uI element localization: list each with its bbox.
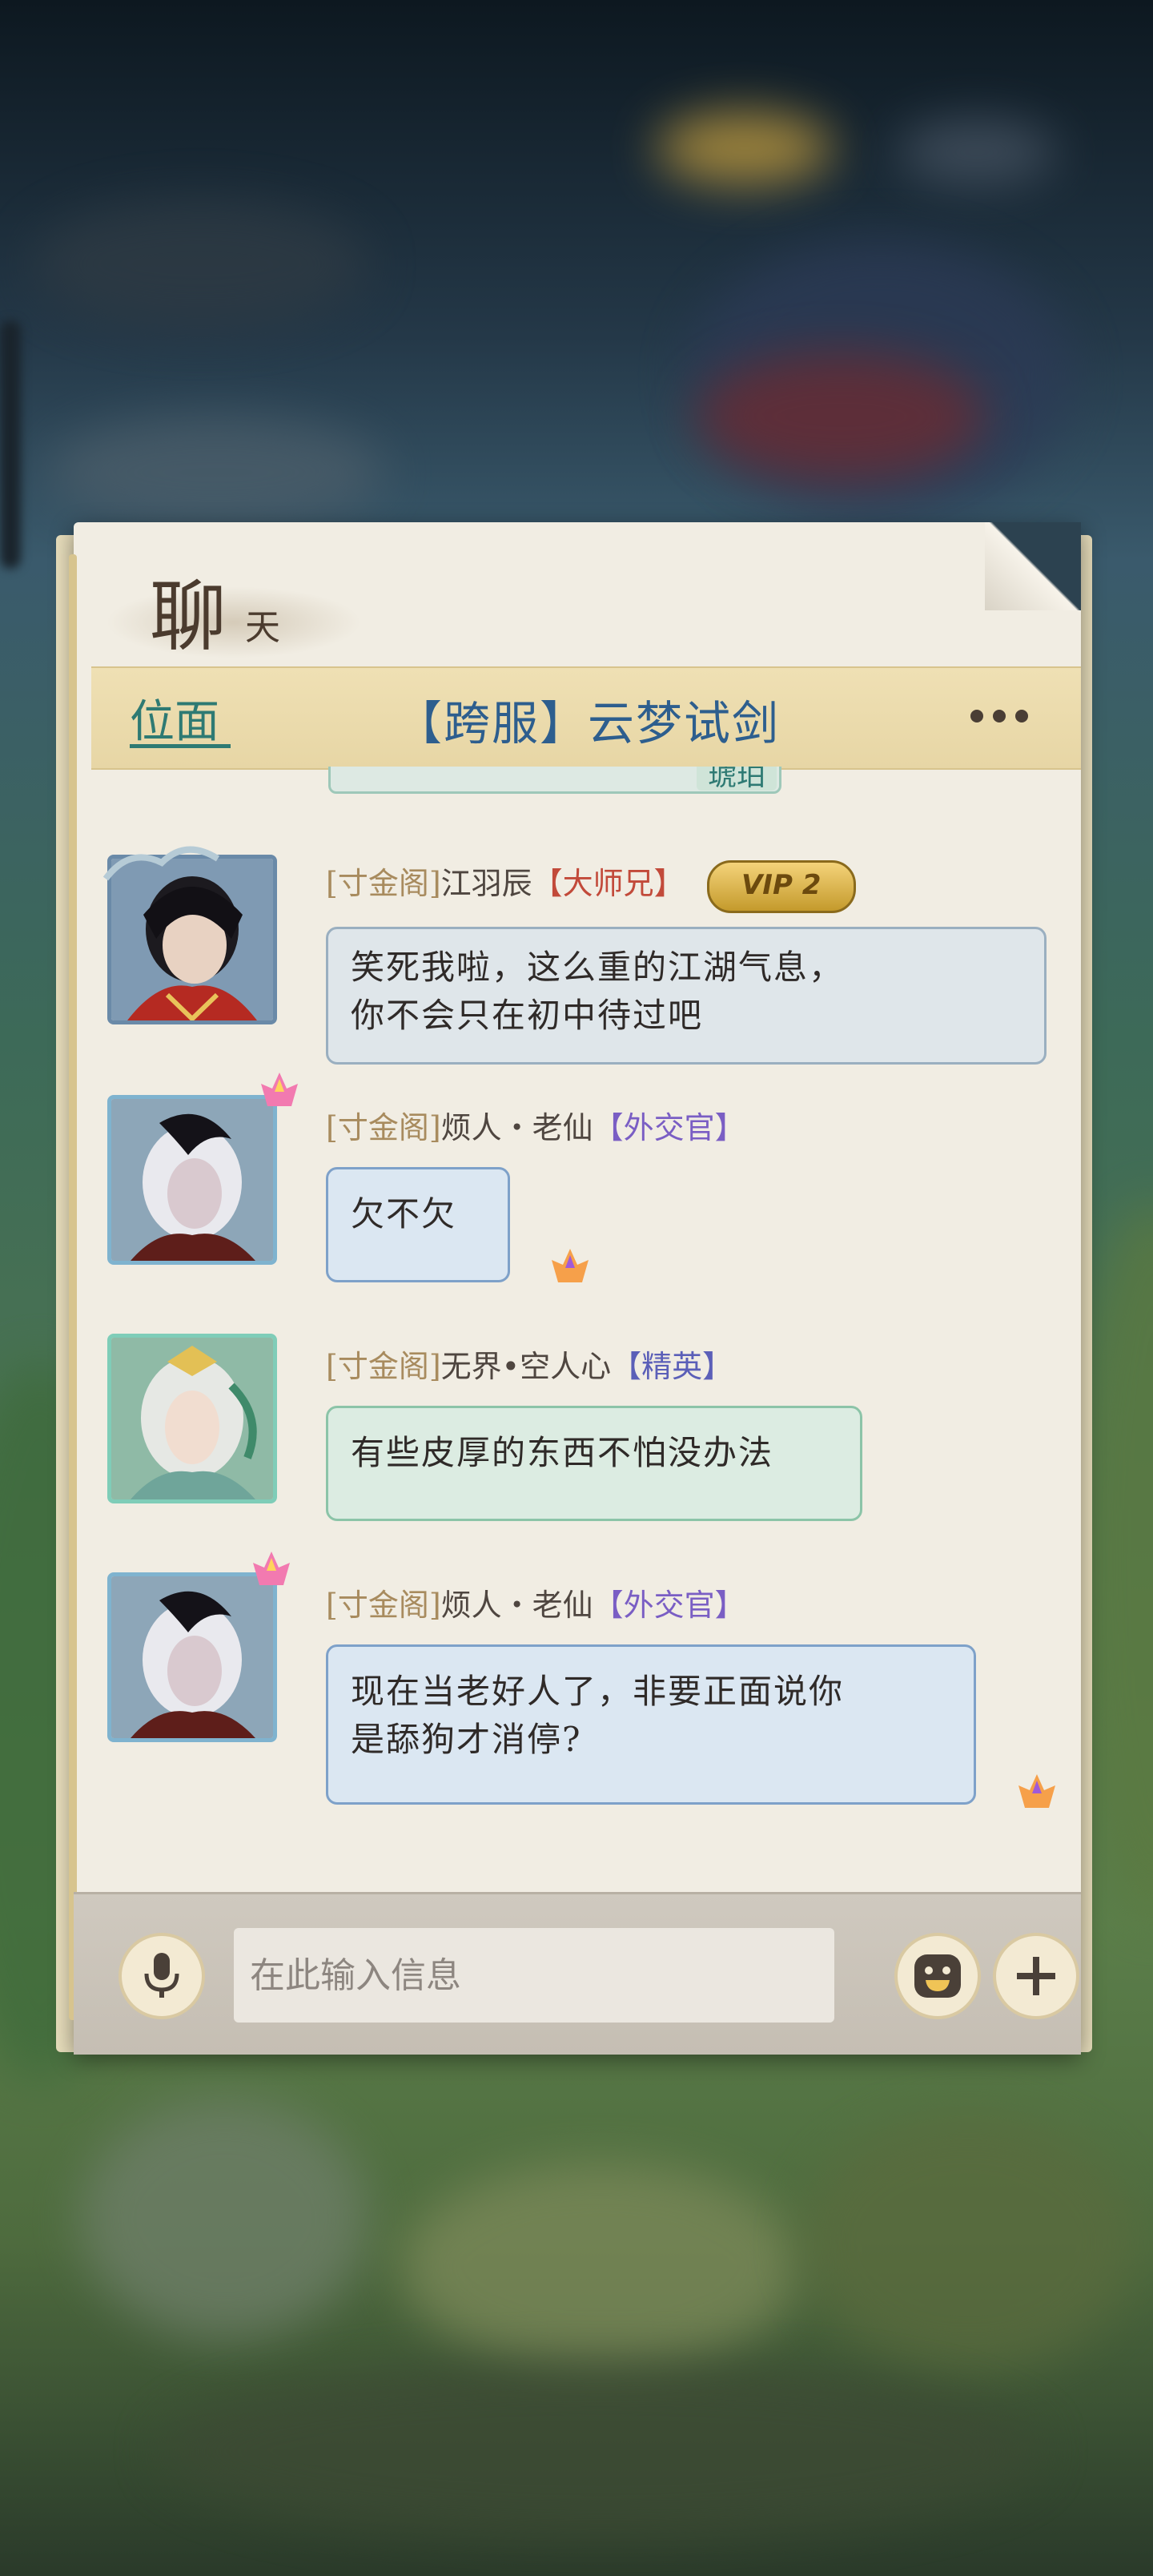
sender-guild: [寸金阁] — [326, 1110, 441, 1145]
avatar[interactable] — [107, 1572, 277, 1742]
sender-title: 【外交官】 — [593, 1110, 745, 1145]
sender-title: 【精英】 — [611, 1349, 733, 1384]
emoji-button[interactable] — [894, 1933, 981, 2019]
lotus-crest-icon — [1018, 1774, 1055, 1808]
message-text-line: 你不会只在初中待过吧 — [351, 996, 704, 1035]
tab-plane[interactable]: 位面 — [130, 686, 219, 751]
sender-guild: [寸金阁] — [326, 1349, 441, 1384]
portrait-icon — [111, 1338, 273, 1499]
message-list[interactable]: 琥珀 [寸金阁]江羽辰【大师兄】 VIP 2 笑死我啦，这么重的江湖气息， 你不… — [74, 767, 1081, 1952]
previous-message-chip: 琥珀 — [697, 767, 777, 792]
portrait-icon — [111, 1576, 273, 1738]
emoji-face-icon — [914, 1954, 961, 1998]
message-bubble[interactable]: 笑死我啦，这么重的江湖气息， 你不会只在初中待过吧 — [326, 927, 1047, 1065]
tab-plane-underline — [130, 744, 231, 748]
lotus-crest-icon — [552, 1249, 589, 1282]
add-button[interactable] — [993, 1933, 1079, 2019]
sender-name[interactable]: 无界•空人心 — [441, 1349, 611, 1384]
message-bubble[interactable]: 欠不欠 — [326, 1167, 510, 1282]
sender-guild: [寸金阁] — [326, 866, 441, 901]
more-options-button[interactable] — [959, 698, 1039, 734]
chat-title-sub: 天 — [245, 607, 280, 648]
chat-header: 聊 天 — [74, 522, 1081, 666]
voice-button[interactable] — [119, 1933, 205, 2019]
sender-title: 【大师兄】 — [532, 866, 685, 901]
avatar-frame-cloud-icon — [102, 846, 220, 881]
lotus-crest-icon — [253, 1552, 290, 1585]
message-input[interactable] — [248, 1954, 820, 1997]
sender-name[interactable]: 江羽辰 — [441, 866, 532, 901]
lotus-crest-icon — [261, 1073, 298, 1106]
channel-tabbar: 位面 【跨服】云梦试剑 — [91, 666, 1081, 770]
sender-guild: [寸金阁] — [326, 1588, 441, 1623]
message-text-line: 是舔狗才消停? — [351, 1720, 582, 1759]
sender-title: 【外交官】 — [593, 1588, 745, 1623]
message-bubble[interactable]: 现在当老好人了，非要正面说你 是舔狗才消停? — [326, 1644, 976, 1805]
vip-badge: VIP 2 — [706, 859, 856, 913]
sender-line: [寸金阁]江羽辰【大师兄】 VIP 2 — [326, 859, 856, 913]
chat-input-bar — [74, 1892, 1081, 2055]
chat-title: 聊 — [150, 572, 228, 662]
portrait-icon — [111, 1099, 273, 1261]
message-input-box — [234, 1928, 834, 2023]
sender-line: [寸金阁]烦人・老仙【外交官】 — [326, 1580, 745, 1624]
avatar[interactable] — [107, 1095, 277, 1265]
message-text-line: 欠不欠 — [351, 1194, 457, 1234]
message-text-line: 有些皮厚的东西不怕没办法 — [351, 1433, 774, 1472]
chat-panel: 聊 天 位面 【跨服】云梦试剑 琥珀 [寸金阁]江羽辰【大师兄】 VIP 2 笑… — [69, 522, 1081, 2055]
tab-cross-server[interactable]: 【跨服】云梦试剑 — [396, 686, 780, 753]
sender-line: [寸金阁]无界•空人心【精英】 — [326, 1342, 733, 1386]
microphone-icon — [144, 1953, 179, 1998]
message-bubble[interactable]: 有些皮厚的东西不怕没办法 — [326, 1406, 862, 1521]
message-text-line: 笑死我啦，这么重的江湖气息， — [351, 948, 845, 987]
message-text-line: 现在当老好人了，非要正面说你 — [351, 1672, 845, 1711]
avatar[interactable] — [107, 1334, 277, 1503]
plus-icon — [1017, 1957, 1055, 1995]
sender-name[interactable]: 烦人・老仙 — [441, 1588, 593, 1623]
ink-swirl-decoration — [106, 586, 362, 658]
sender-line: [寸金阁]烦人・老仙【外交官】 — [326, 1103, 745, 1147]
sender-name[interactable]: 烦人・老仙 — [441, 1110, 593, 1145]
more-dots-icon — [970, 710, 983, 722]
